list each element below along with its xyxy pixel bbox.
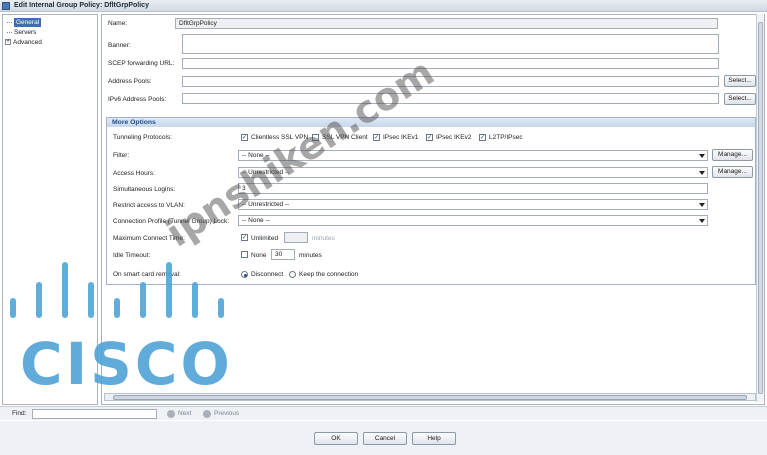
logo-bar (62, 262, 68, 318)
logo-bar (166, 262, 172, 318)
app-icon (2, 1, 10, 10)
idle-timeout-field[interactable]: 30 (271, 249, 295, 260)
chevron-down-icon (699, 171, 705, 175)
ipv6-pools-select-button[interactable]: Select... (724, 93, 756, 105)
access-hours-manage-button[interactable]: Manage... (712, 166, 753, 178)
find-input[interactable] (32, 409, 157, 419)
logo-bar (192, 282, 198, 318)
idle-none-label: None (251, 252, 267, 259)
previous-arrow-icon (203, 410, 211, 418)
chevron-down-icon (699, 219, 705, 223)
address-pools-select-button[interactable]: Select... (724, 75, 756, 87)
smart-disconnect-label: Disconnect (251, 271, 284, 278)
more-options-title[interactable]: More Options (107, 118, 755, 127)
max-connect-unlimited-checkbox[interactable]: ✓ (241, 234, 248, 241)
filter-manage-button[interactable]: Manage... (712, 149, 753, 161)
nav-item-general[interactable]: General (7, 18, 42, 27)
smart-disconnect-radio[interactable] (241, 271, 248, 278)
max-connect-field[interactable] (284, 232, 308, 243)
expand-icon[interactable]: + (5, 39, 11, 46)
scep-label: SCEP forwarding URL: (108, 60, 175, 67)
clientless-ssl-checkbox[interactable]: ✓ (241, 134, 248, 141)
tree-line-icon (7, 21, 12, 23)
address-pools-field[interactable] (182, 76, 719, 87)
max-connect-units: minutes (312, 235, 335, 242)
scroll-thumb[interactable] (758, 22, 763, 394)
idle-none-checkbox[interactable] (241, 251, 248, 258)
ipv6-pools-label: IPv6 Address Pools: (108, 96, 167, 103)
find-next-button[interactable]: Next (178, 410, 191, 417)
find-previous-button[interactable]: Previous (214, 410, 239, 417)
ok-button[interactable]: OK (314, 432, 358, 445)
cisco-logo-bars (10, 258, 240, 318)
ipsec-ikev1-checkbox[interactable]: ✓ (373, 134, 380, 141)
find-label: Find: (12, 410, 27, 417)
max-connect-unlimited-label: Unlimited (251, 235, 279, 242)
chevron-down-icon (699, 203, 705, 207)
name-field[interactable]: DfltGrpPolicy (175, 18, 718, 29)
find-bar: Find: Next Previous (0, 406, 767, 420)
conn-profile-value: -- None -- (242, 217, 270, 224)
ipsec-ikev1-label: IPsec IKEv1 (383, 134, 419, 141)
chevron-down-icon (699, 154, 705, 158)
cancel-button[interactable]: Cancel (363, 432, 407, 445)
window-title: Edit Internal Group Policy: DfltGrpPolic… (14, 2, 149, 9)
next-arrow-icon (167, 410, 175, 418)
banner-label: Banner: (108, 42, 131, 49)
cisco-logo-text: CISCO (20, 330, 233, 398)
ipsec-ikev2-label: IPsec IKEv2 (436, 134, 472, 141)
l2tp-ipsec-label: L2TP/IPsec (489, 134, 523, 141)
idle-timeout-units: minutes (299, 252, 322, 259)
banner-textarea[interactable] (182, 34, 719, 54)
conn-profile-select[interactable]: -- None -- (238, 215, 708, 226)
logo-bar (114, 298, 120, 318)
name-label: Name: (108, 20, 128, 27)
vertical-scrollbar[interactable] (756, 14, 764, 402)
smart-keep-label: Keep the connection (299, 271, 359, 278)
ipsec-ikev2-checkbox[interactable]: ✓ (426, 134, 433, 141)
tree-line-icon (7, 31, 12, 33)
nav-item-servers[interactable]: Servers (7, 28, 36, 37)
help-button[interactable]: Help (412, 432, 456, 445)
scep-url-field[interactable] (182, 58, 719, 69)
l2tp-ipsec-checkbox[interactable]: ✓ (479, 134, 486, 141)
logo-bar (36, 282, 42, 318)
tunneling-label: Tunneling Protocols: (113, 134, 173, 141)
smart-keep-radio[interactable] (289, 271, 296, 278)
logo-bar (218, 298, 224, 318)
sim-logins-label: Simultaneous Logins: (113, 186, 176, 193)
address-pools-label: Address Pools: (108, 78, 152, 85)
ipv6-pools-field[interactable] (182, 93, 719, 104)
window-titlebar: Edit Internal Group Policy: DfltGrpPolic… (0, 0, 767, 12)
nav-item-advanced[interactable]: + Advanced (5, 38, 42, 47)
sim-logins-field[interactable]: 3 (238, 183, 708, 194)
filter-label: Filter: (113, 152, 130, 159)
logo-bar (88, 282, 94, 318)
logo-bar (10, 298, 16, 318)
dialog-footer: OK Cancel Help (0, 421, 767, 455)
logo-bar (140, 282, 146, 318)
access-hours-label: Access Hours: (113, 170, 155, 177)
restrict-vlan-select[interactable]: -- Unrestricted -- (238, 199, 708, 210)
